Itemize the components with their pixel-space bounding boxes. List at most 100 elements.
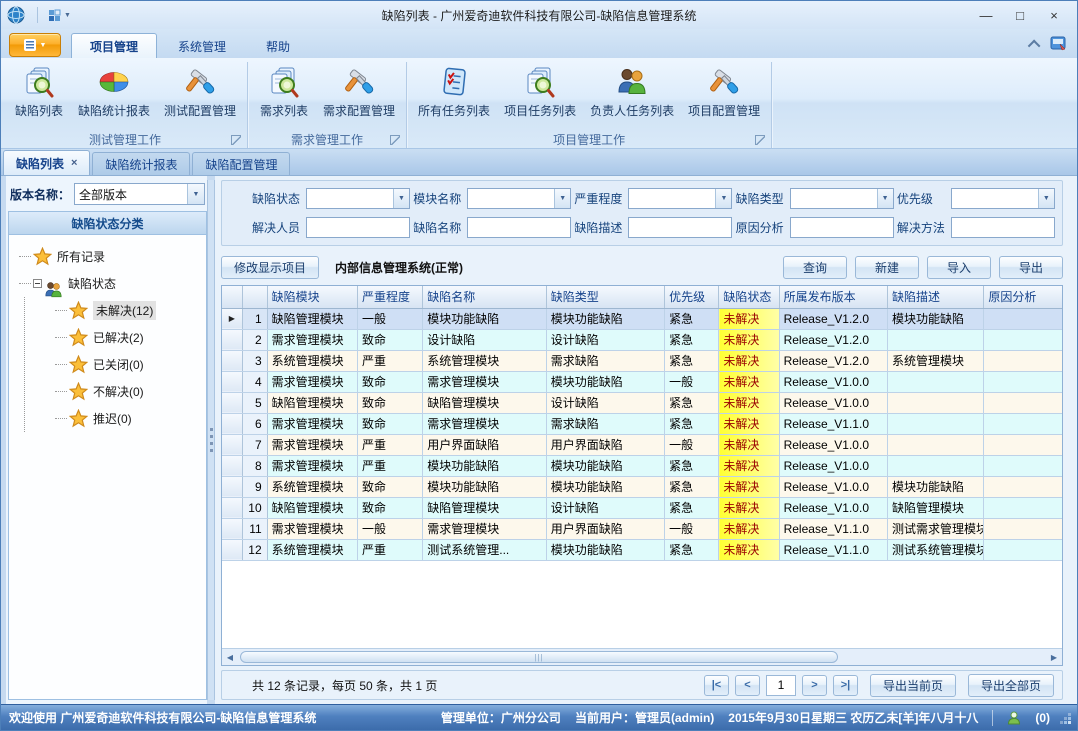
app-menu-button[interactable]: ▼: [9, 33, 61, 57]
filter-input[interactable]: [951, 217, 1055, 238]
ribbon-button[interactable]: 所有任务列表: [411, 62, 497, 121]
collapse-ribbon-icon[interactable]: [1031, 38, 1040, 52]
export-button[interactable]: 导出: [999, 256, 1063, 279]
ribbon-button-label: 所有任务列表: [418, 102, 490, 119]
scrollbar-thumb[interactable]: |||: [240, 651, 838, 663]
ribbon-button[interactable]: 需求列表: [252, 62, 316, 121]
new-button[interactable]: 新建: [855, 256, 919, 279]
cell-cause: [984, 413, 1062, 434]
filter-select[interactable]: ▼: [306, 188, 410, 209]
first-page-button[interactable]: |<: [704, 675, 729, 696]
help-icon[interactable]: [1050, 36, 1067, 54]
version-select[interactable]: 全部版本 ▼: [74, 183, 205, 205]
checklist-icon: [437, 65, 471, 99]
ribbon-button[interactable]: 项目配置管理: [681, 62, 767, 121]
export-all-pages-button[interactable]: 导出全部页: [968, 674, 1054, 697]
scroll-right-icon[interactable]: ▶: [1046, 649, 1062, 665]
close-tab-icon[interactable]: ×: [71, 157, 77, 169]
column-header[interactable]: 缺陷名称: [423, 286, 546, 308]
tree-item[interactable]: 缺陷状态: [19, 270, 202, 297]
prev-page-button[interactable]: <: [735, 675, 760, 696]
table-row[interactable]: 2需求管理模块致命设计缺陷设计缺陷紧急未解决Release_V1.2.0: [222, 329, 1062, 350]
filter-select[interactable]: ▼: [951, 188, 1055, 209]
page-number-input[interactable]: [766, 675, 796, 696]
defect-status-tree: 所有记录缺陷状态未解决(12)已解决(2)已关闭(0)不解决(0)推迟(0): [9, 235, 206, 699]
table-row[interactable]: 5缺陷管理模块致命缺陷管理模块设计缺陷紧急未解决Release_V1.0.0: [222, 392, 1062, 413]
column-header[interactable]: 缺陷模块: [267, 286, 357, 308]
filter-label: 解决方法: [897, 219, 951, 236]
table-row[interactable]: 6需求管理模块致命需求管理模块需求缺陷紧急未解决Release_V1.1.0: [222, 413, 1062, 434]
search-button[interactable]: 查询: [783, 256, 847, 279]
resize-grip[interactable]: [1068, 721, 1071, 724]
cell-name: 需求管理模块: [423, 518, 546, 539]
tree-item[interactable]: 不解决(0): [55, 378, 202, 405]
tree-item[interactable]: 推迟(0): [55, 405, 202, 432]
dialog-launcher-icon[interactable]: [755, 135, 765, 145]
ribbon-button[interactable]: 缺陷统计报表: [71, 62, 157, 121]
sidebar-splitter[interactable]: [207, 180, 215, 700]
scrollbar-track[interactable]: |||: [238, 649, 1046, 665]
filter-input[interactable]: [306, 217, 410, 238]
filter-input[interactable]: [467, 217, 571, 238]
ribbon-button[interactable]: 负责人任务列表: [583, 62, 681, 121]
tree-item[interactable]: 已解决(2): [55, 324, 202, 351]
maximize-button[interactable]: □: [1003, 4, 1037, 26]
scroll-left-icon[interactable]: ◀: [222, 649, 238, 665]
column-header[interactable]: 缺陷描述: [888, 286, 984, 308]
ribbon-button[interactable]: 测试配置管理: [157, 62, 243, 121]
next-page-button[interactable]: >: [802, 675, 827, 696]
filter-select[interactable]: ▼: [790, 188, 894, 209]
modify-columns-button[interactable]: 修改显示项目: [221, 256, 319, 279]
table-row[interactable]: 8需求管理模块严重模块功能缺陷模块功能缺陷紧急未解决Release_V1.0.0: [222, 455, 1062, 476]
table-row[interactable]: 9系统管理模块致命模块功能缺陷模块功能缺陷紧急未解决Release_V1.0.0…: [222, 476, 1062, 497]
ribbon-button[interactable]: 项目任务列表: [497, 62, 583, 121]
filter-select[interactable]: ▼: [628, 188, 732, 209]
row-indicator: [222, 329, 242, 350]
ribbon-tab[interactable]: 项目管理: [71, 33, 157, 58]
table-row[interactable]: ▶1缺陷管理模块一般模块功能缺陷模块功能缺陷紧急未解决Release_V1.2.…: [222, 308, 1062, 329]
minimize-button[interactable]: —: [969, 4, 1003, 26]
export-current-page-button[interactable]: 导出当前页: [870, 674, 956, 697]
column-header[interactable]: 严重程度: [358, 286, 423, 308]
table-row[interactable]: 3系统管理模块严重系统管理模块需求缺陷紧急未解决Release_V1.2.0系统…: [222, 350, 1062, 371]
column-header[interactable]: 缺陷类型: [546, 286, 664, 308]
app-menu-list-icon: [24, 39, 36, 51]
filter-input[interactable]: [628, 217, 732, 238]
column-header[interactable]: 缺陷状态: [719, 286, 779, 308]
filter-input[interactable]: [790, 217, 894, 238]
ribbon-tab[interactable]: 系统管理: [159, 33, 245, 58]
document-tab[interactable]: 缺陷统计报表: [92, 152, 190, 175]
column-header[interactable]: 原因分析: [984, 286, 1062, 308]
last-page-button[interactable]: >|: [833, 675, 858, 696]
ribbon-button[interactable]: 缺陷列表: [7, 62, 71, 121]
horizontal-scrollbar[interactable]: ◀ ||| ▶: [222, 648, 1062, 665]
ribbon-tab[interactable]: 帮助: [247, 33, 309, 58]
tree-item[interactable]: 所有记录: [19, 243, 202, 270]
filter-select[interactable]: ▼: [467, 188, 571, 209]
document-tab[interactable]: 缺陷列表×: [3, 150, 90, 175]
grid-toolbar: 修改显示项目 内部信息管理系统(正常) 查询 新建 导入 导出: [221, 252, 1063, 282]
layout-squares-icon: [47, 8, 61, 22]
table-row[interactable]: 11需求管理模块一般需求管理模块用户界面缺陷一般未解决Release_V1.1.…: [222, 518, 1062, 539]
column-header[interactable]: 所属发布版本: [779, 286, 887, 308]
row-number: 10: [242, 497, 267, 518]
version-label: 版本名称：: [10, 186, 70, 203]
dialog-launcher-icon[interactable]: [231, 135, 241, 145]
column-header[interactable]: 优先级: [665, 286, 719, 308]
quick-access-toolbar-button[interactable]: ▼: [44, 6, 74, 24]
tree-item[interactable]: 已关闭(0): [55, 351, 202, 378]
collapse-node-icon[interactable]: [33, 279, 42, 288]
ribbon-button[interactable]: 需求配置管理: [316, 62, 402, 121]
table-row[interactable]: 10缺陷管理模块致命缺陷管理模块设计缺陷紧急未解决Release_V1.0.0缺…: [222, 497, 1062, 518]
tree-item[interactable]: 未解决(12): [55, 297, 202, 324]
dialog-launcher-icon[interactable]: [390, 135, 400, 145]
cell-version: Release_V1.0.0: [779, 434, 887, 455]
table-row[interactable]: 4需求管理模块致命需求管理模块模块功能缺陷一般未解决Release_V1.0.0: [222, 371, 1062, 392]
table-row[interactable]: 7需求管理模块严重用户界面缺陷用户界面缺陷一般未解决Release_V1.0.0: [222, 434, 1062, 455]
import-button[interactable]: 导入: [927, 256, 991, 279]
close-button[interactable]: ×: [1037, 4, 1071, 26]
table-row[interactable]: 12系统管理模块严重测试系统管理...模块功能缺陷紧急未解决Release_V1…: [222, 539, 1062, 560]
cell-cause: [984, 308, 1062, 329]
tools-icon: [183, 65, 217, 99]
document-tab[interactable]: 缺陷配置管理: [192, 152, 290, 175]
